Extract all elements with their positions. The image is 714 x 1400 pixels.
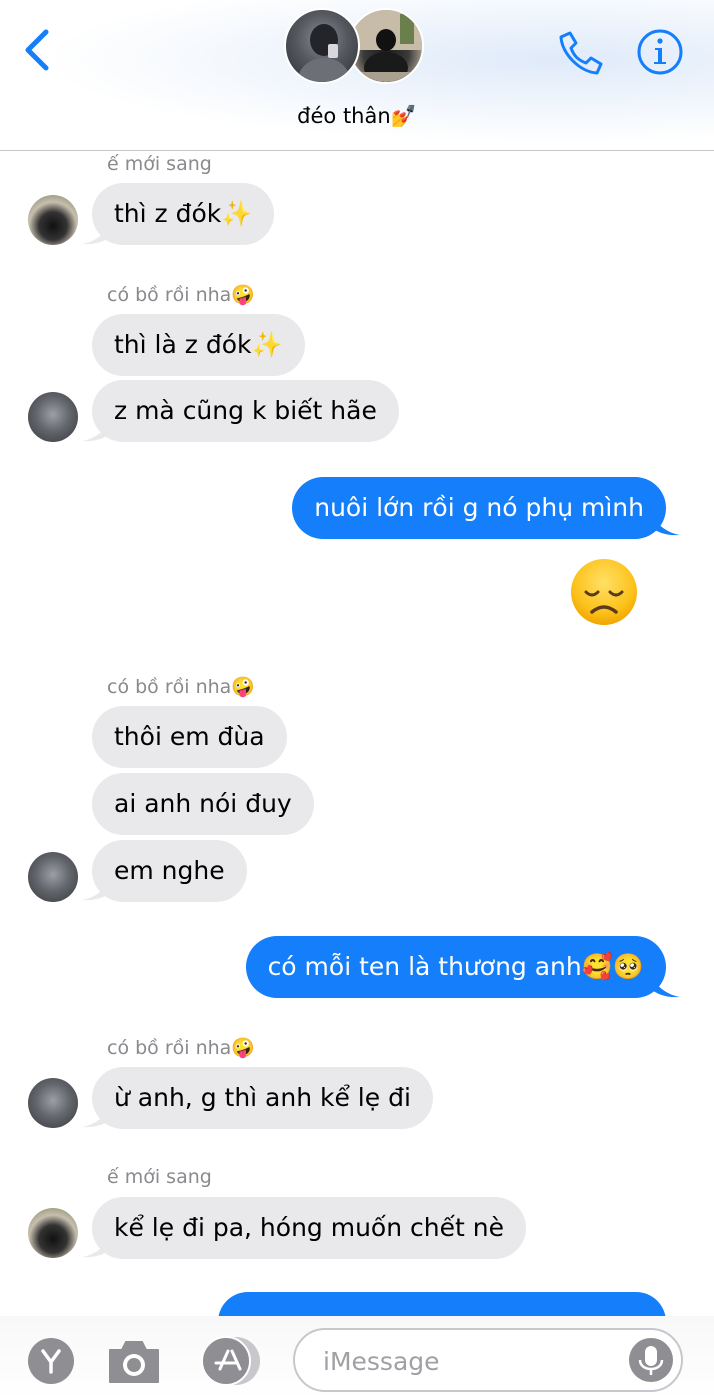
message-bubble-incoming[interactable]: thì z đók✨ — [92, 183, 275, 245]
sender-name: có bồ rồi nha🤪 — [107, 676, 255, 698]
conversation-title[interactable]: đéo thân💅 — [0, 104, 714, 129]
message-bubble-incoming[interactable]: z mà cũng k biết hãe — [92, 380, 399, 442]
microphone-icon — [638, 1346, 664, 1375]
camera-icon — [109, 1341, 159, 1383]
avatar[interactable] — [28, 1078, 78, 1128]
avatar[interactable] — [28, 852, 78, 902]
info-icon — [637, 29, 683, 75]
microphone-button[interactable] — [629, 1338, 673, 1382]
message-bubble-incoming[interactable]: ai anh nói đuy — [92, 773, 314, 835]
y-app-button[interactable] — [27, 1337, 75, 1385]
message-bubble-incoming[interactable]: ừ anh, g thì anh kể lẹ đi — [92, 1067, 433, 1129]
group-avatar-1 — [284, 8, 360, 84]
app-store-button[interactable] — [200, 1336, 264, 1386]
back-button[interactable] — [18, 26, 58, 74]
sender-name: ế mới sang — [107, 153, 212, 175]
group-avatars[interactable] — [284, 8, 426, 88]
message-bubble-incoming[interactable]: kể lẹ đi pa, hóng muốn chết nè — [92, 1197, 526, 1259]
camera-button[interactable] — [106, 1336, 162, 1386]
chevron-left-icon — [25, 29, 49, 71]
call-button[interactable] — [556, 28, 606, 78]
conversation-header: đéo thân💅 — [0, 0, 714, 151]
avatar[interactable] — [28, 195, 78, 245]
message-bubble-incoming[interactable]: thì là z đók✨ — [92, 314, 305, 376]
message-bubble-outgoing[interactable]: nuôi lớn rồi g nó phụ mình — [292, 477, 666, 539]
sender-name: có bồ rồi nha🤪 — [107, 284, 255, 306]
info-button[interactable] — [636, 28, 684, 76]
app-store-icon — [201, 1336, 260, 1386]
message-bubble-incoming[interactable]: thôi em đùa — [92, 706, 287, 768]
sender-name: có bồ rồi nha🤪 — [107, 1037, 255, 1059]
message-input-container[interactable] — [293, 1328, 683, 1392]
avatar[interactable] — [28, 392, 78, 442]
y-app-icon — [28, 1338, 74, 1384]
message-bubble-incoming[interactable]: em nghe — [92, 840, 247, 902]
avatar[interactable] — [28, 1208, 78, 1258]
sender-name: ế mới sang — [107, 1166, 212, 1188]
message-bubble-outgoing[interactable]: có mỗi ten là thương anh🥰🥺 — [245, 936, 666, 998]
message-input[interactable] — [321, 1338, 615, 1384]
disappointed-face-emoji[interactable] — [570, 558, 638, 626]
phone-icon — [559, 31, 603, 75]
